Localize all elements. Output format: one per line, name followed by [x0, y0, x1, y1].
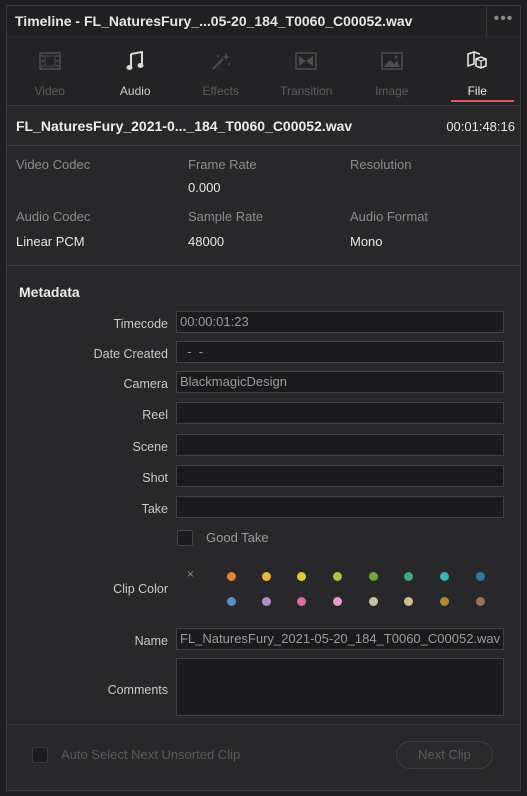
name-field[interactable]: FL_NaturesFury_2021-05-20_184_T0060_C000… [176, 628, 504, 650]
timecode-label: Timecode [113, 317, 168, 331]
comments-field[interactable] [176, 658, 504, 716]
sample-rate-value: 48000 [188, 234, 225, 249]
take-field[interactable] [176, 496, 504, 518]
title-bar: Timeline - FL_NaturesFury_...05-20_184_T… [7, 6, 520, 36]
section-divider [7, 265, 520, 266]
good-take-label: Good Take [206, 530, 269, 545]
next-clip-button[interactable]: Next Clip [396, 741, 493, 769]
clip-color-label: Clip Color [113, 582, 168, 596]
clip-color-lime[interactable] [333, 572, 342, 581]
clip-color-fuchsia[interactable] [369, 597, 378, 606]
auto-select-checkbox[interactable] [32, 747, 48, 763]
name-label: Name [134, 634, 168, 648]
sample-rate-label: Sample Rate [188, 209, 264, 224]
shot-label: Shot [142, 471, 168, 485]
file-properties: Video Codec Frame Rate 0.000 Resolution … [7, 147, 520, 265]
clip-color-swatches: × [177, 563, 507, 613]
inspector-tabs: Video Audio Effects Transition Image Fil… [7, 37, 520, 106]
clip-color-blue[interactable] [227, 597, 236, 606]
date-created-label: Date Created [93, 347, 168, 361]
tab-transition-label: Transition [280, 84, 333, 98]
audio-format-label: Audio Format [350, 209, 429, 224]
file-header: FL_NaturesFury_2021-0..._184_T0060_C0005… [7, 106, 520, 146]
image-icon [349, 49, 435, 73]
clip-color-teal[interactable] [440, 572, 449, 581]
camera-field[interactable]: BlackmagicDesign [176, 371, 504, 393]
resolution-label: Resolution [350, 157, 412, 172]
good-take-checkbox[interactable] [177, 530, 193, 546]
frame-rate-label: Frame Rate [188, 157, 257, 172]
tab-file-label: File [467, 84, 487, 98]
frame-rate-value: 0.000 [188, 180, 221, 195]
magic-wand-icon [178, 49, 264, 73]
tab-effects[interactable]: Effects [178, 37, 264, 105]
tab-transition[interactable]: Transition [264, 37, 350, 105]
shot-field[interactable] [176, 465, 504, 487]
more-options-button[interactable]: ••• [486, 6, 520, 36]
music-note-icon [93, 49, 179, 73]
clip-color-olive[interactable] [369, 572, 378, 581]
active-tab-indicator [450, 100, 514, 102]
clip-color-navy[interactable] [476, 572, 485, 581]
reel-label: Reel [142, 408, 168, 422]
metadata-heading: Metadata [19, 284, 80, 300]
footer-divider [7, 724, 520, 725]
tab-image-label: Image [375, 84, 409, 98]
tab-video[interactable]: Video [7, 37, 93, 105]
audio-codec-label: Audio Codec [16, 209, 91, 224]
clip-color-green[interactable] [404, 572, 413, 581]
clip-color-violet[interactable] [333, 597, 342, 606]
clip-color-rose[interactable] [404, 597, 413, 606]
tab-effects-label: Effects [202, 84, 239, 98]
clip-color-brown[interactable] [476, 597, 485, 606]
auto-select-label: Auto Select Next Unsorted Clip [61, 747, 241, 762]
tab-audio[interactable]: Audio [93, 37, 179, 105]
inspector-panel: Timeline - FL_NaturesFury_...05-20_184_T… [6, 5, 521, 791]
tab-audio-label: Audio [119, 84, 151, 98]
window-title: Timeline - FL_NaturesFury_...05-20_184_T… [15, 13, 413, 29]
tab-image[interactable]: Image [349, 37, 435, 105]
tab-video-label: Video [34, 84, 65, 98]
file-duration: 00:01:48:16 [446, 119, 515, 134]
clip-color-pink[interactable] [297, 597, 306, 606]
film-strip-icon [7, 49, 93, 73]
tab-file[interactable]: File [435, 37, 521, 105]
clip-color-apricot[interactable] [262, 572, 271, 581]
video-codec-label: Video Codec [16, 157, 91, 172]
date-created-field[interactable]: - - [176, 341, 504, 363]
timecode-field[interactable]: 00:00:01:23 [176, 311, 504, 333]
take-label: Take [141, 502, 168, 516]
transition-icon [264, 49, 350, 73]
audio-format-value: Mono [350, 234, 383, 249]
clip-color-tan[interactable] [440, 597, 449, 606]
clear-color-icon[interactable]: × [187, 567, 194, 581]
file-name: FL_NaturesFury_2021-0..._184_T0060_C0005… [16, 118, 353, 134]
scene-field[interactable] [176, 434, 504, 456]
file-cube-icon [435, 49, 521, 73]
camera-label: Camera [123, 377, 168, 391]
clip-color-yellow[interactable] [297, 572, 306, 581]
reel-field[interactable] [176, 402, 504, 424]
audio-codec-value: Linear PCM [16, 234, 85, 249]
clip-color-purple[interactable] [262, 597, 271, 606]
comments-label: Comments [107, 683, 168, 697]
scene-label: Scene [132, 440, 168, 454]
clip-color-orange[interactable] [227, 572, 236, 581]
